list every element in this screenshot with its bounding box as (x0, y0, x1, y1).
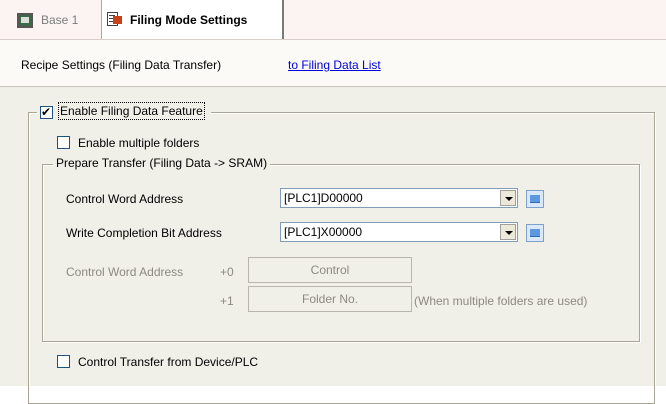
tab-base-1[interactable]: Base 1 (13, 0, 101, 40)
settings-panel: Enable Filing Data Feature Enable multip… (0, 87, 666, 404)
prepare-transfer-legend: Prepare Transfer (Filing Data -> SRAM) (53, 156, 271, 170)
filing-data-list-link[interactable]: to Filing Data List (288, 58, 381, 72)
offset-label: +0 (220, 265, 234, 279)
page-header: Recipe Settings (Filing Data Transfer) t… (0, 40, 666, 87)
enable-filing-data-checkbox[interactable] (40, 105, 53, 119)
control-cell: Control (248, 257, 412, 283)
document-icon (106, 12, 122, 27)
tab-bar: Base 1 Filing Mode Settings (0, 0, 666, 40)
enable-multiple-folders-checkbox[interactable] (57, 136, 70, 149)
control-transfer-label: Control Transfer from Device/PLC (78, 355, 259, 369)
keypad-icon[interactable] (526, 190, 544, 208)
write-completion-bit-address-combo[interactable]: [PLC1]X00000 (280, 222, 518, 242)
control-transfer-checkbox[interactable] (57, 355, 70, 368)
chevron-down-icon[interactable] (500, 224, 516, 240)
folder-no-cell: Folder No. (248, 286, 412, 312)
keypad-icon[interactable] (526, 224, 544, 242)
control-word-map-label: Control Word Address (66, 265, 184, 279)
tab-filing-mode-settings-label: Filing Mode Settings (130, 12, 248, 27)
multiple-folders-note: (When multiple folders are used) (414, 294, 588, 308)
filing-data-group-header: Enable Filing Data Feature (37, 102, 212, 120)
write-completion-bit-address-label: Write Completion Bit Address (66, 226, 222, 240)
tab-filing-mode-settings[interactable]: Filing Mode Settings (101, 0, 284, 39)
control-word-address-value: [PLC1]D00000 (284, 191, 363, 205)
tab-base-1-label: Base 1 (41, 13, 79, 27)
control-word-address-label: Control Word Address (66, 192, 184, 206)
offset-label: +1 (220, 294, 234, 308)
control-word-address-combo[interactable]: [PLC1]D00000 (280, 188, 518, 208)
page-title: Recipe Settings (Filing Data Transfer) (21, 58, 222, 72)
write-completion-bit-address-value: [PLC1]X00000 (284, 225, 363, 239)
enable-filing-data-label: Enable Filing Data Feature (58, 102, 205, 120)
chevron-down-icon[interactable] (500, 190, 516, 206)
enable-multiple-folders-label: Enable multiple folders (78, 136, 200, 150)
monitor-icon (17, 12, 33, 28)
